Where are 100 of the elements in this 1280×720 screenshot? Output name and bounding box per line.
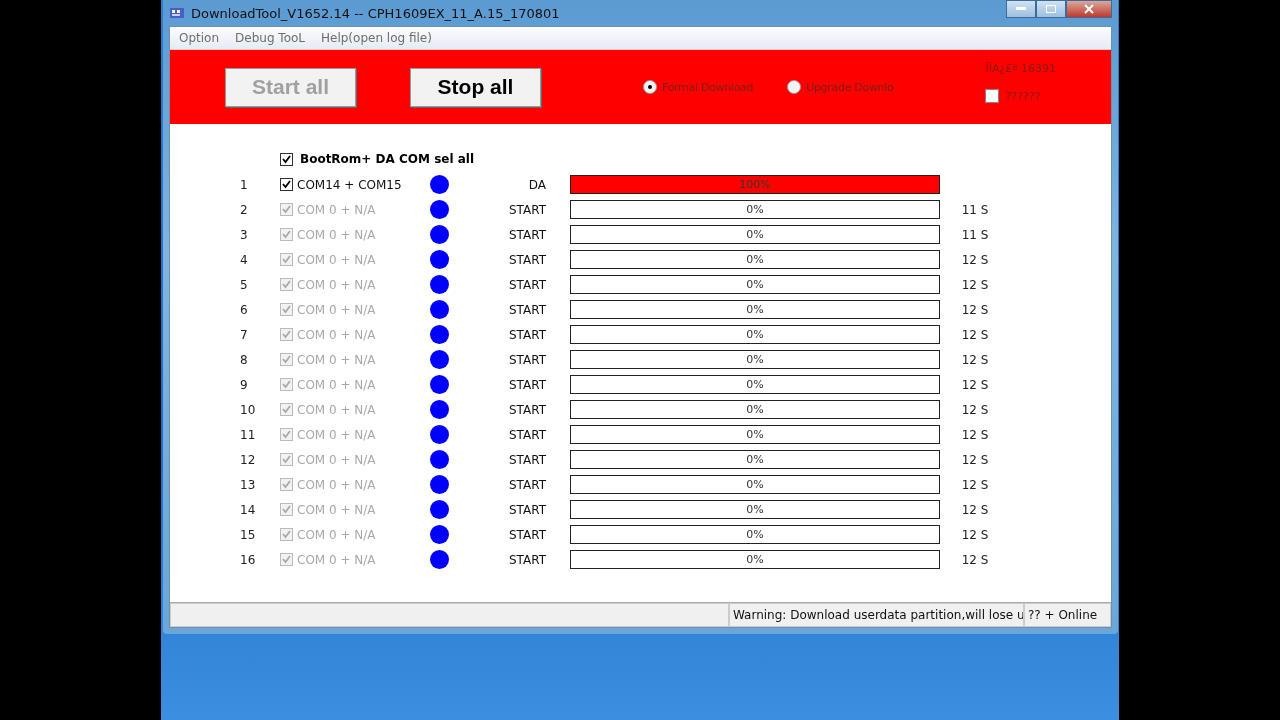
port-label: COM 0 + N/A bbox=[297, 327, 376, 342]
checkbox[interactable] bbox=[280, 152, 293, 166]
progress-percent: 0% bbox=[746, 228, 764, 241]
minimize-button[interactable] bbox=[1006, 0, 1036, 18]
elapsed-time: 12 S bbox=[961, 527, 989, 542]
port-label: COM 0 + N/A bbox=[297, 427, 376, 442]
code-label: ÎÍA¿£ª 16391 bbox=[985, 62, 1056, 75]
status-dot bbox=[430, 175, 449, 194]
elapsed-time: 12 S bbox=[961, 477, 989, 492]
elapsed-time: 12 S bbox=[961, 452, 989, 467]
window-title: DownloadTool_V1652.14 -- CPH1609EX_11_A.15_170801 bbox=[191, 5, 560, 21]
elapsed-time: 12 S bbox=[961, 302, 989, 317]
stage-label: START bbox=[508, 552, 546, 567]
port-number: 16 bbox=[240, 552, 257, 567]
maximize-button[interactable] bbox=[1036, 0, 1066, 18]
stop-all-button[interactable]: Stop all bbox=[410, 67, 541, 107]
status-dot bbox=[430, 525, 449, 544]
status-dot bbox=[430, 250, 449, 269]
elapsed-time: 11 S bbox=[961, 202, 989, 217]
progress-percent: 0% bbox=[746, 203, 764, 216]
menu-item[interactable]: Debug TooL bbox=[235, 31, 305, 45]
progress-percent: 100% bbox=[739, 178, 771, 191]
progress-percent: 0% bbox=[746, 378, 764, 391]
port-number: 14 bbox=[240, 502, 257, 517]
port-label: COM14 + COM15 bbox=[297, 177, 402, 192]
menu-item[interactable]: Option bbox=[179, 31, 220, 45]
close-button[interactable] bbox=[1066, 0, 1112, 18]
maximize-icon bbox=[1046, 5, 1056, 13]
port-number: 15 bbox=[240, 527, 257, 542]
menu-item[interactable]: Help(open log file) bbox=[321, 31, 432, 45]
elapsed-time: 12 S bbox=[961, 252, 989, 267]
stage-label: START bbox=[508, 277, 546, 292]
port-label: COM 0 + N/A bbox=[297, 502, 376, 517]
port-label: COM 0 + N/A bbox=[297, 252, 376, 267]
checkbox-label: ?????? bbox=[1005, 89, 1041, 103]
port-label: COM 0 + N/A bbox=[297, 477, 376, 492]
progress-percent: 0% bbox=[746, 528, 764, 541]
port-number: 9 bbox=[240, 377, 249, 392]
status-dot bbox=[430, 225, 449, 244]
elapsed-time: 12 S bbox=[961, 502, 989, 517]
status-dot bbox=[430, 300, 449, 319]
checkbox[interactable] bbox=[280, 178, 293, 191]
stage-label: START bbox=[508, 402, 546, 417]
radio-label: Upgrade Downlo bbox=[806, 80, 894, 94]
port-label: COM 0 + N/A bbox=[297, 377, 376, 392]
close-icon bbox=[1084, 4, 1094, 14]
status-text: Warning: Download userdata partition,will lose u bbox=[729, 603, 1024, 627]
stage-label: START bbox=[508, 252, 546, 267]
status-dot bbox=[430, 325, 449, 344]
progress-percent: 0% bbox=[746, 328, 764, 341]
port-label: COM 0 + N/A bbox=[297, 552, 376, 567]
progress-percent: 0% bbox=[746, 553, 764, 566]
checkbox-label: BootRom+ DA COM sel all bbox=[300, 152, 475, 166]
port-label: COM 0 + N/A bbox=[297, 202, 376, 217]
elapsed-time: 12 S bbox=[961, 377, 989, 392]
port-number: 8 bbox=[240, 352, 249, 367]
radio-button[interactable] bbox=[643, 80, 657, 94]
status-dot bbox=[430, 550, 449, 569]
port-label: COM 0 + N/A bbox=[297, 227, 376, 242]
port-number: 6 bbox=[240, 302, 249, 317]
stage-label: START bbox=[508, 227, 546, 242]
stage-label: START bbox=[508, 427, 546, 442]
port-number: 10 bbox=[240, 402, 257, 417]
progress-percent: 0% bbox=[746, 503, 764, 516]
stage-label: DA bbox=[528, 177, 546, 192]
stage-label: START bbox=[508, 352, 546, 367]
minimize-icon bbox=[1016, 7, 1026, 11]
status-dot bbox=[430, 400, 449, 419]
progress-percent: 0% bbox=[746, 453, 764, 466]
port-number: 4 bbox=[240, 252, 249, 267]
elapsed-time: 12 S bbox=[961, 352, 989, 367]
elapsed-time: 12 S bbox=[961, 552, 989, 567]
stage-label: START bbox=[508, 377, 546, 392]
status-dot bbox=[430, 425, 449, 444]
progress-percent: 0% bbox=[746, 428, 764, 441]
stage-label: START bbox=[508, 502, 546, 517]
status-dot bbox=[430, 450, 449, 469]
port-label: COM 0 + N/A bbox=[297, 452, 376, 467]
port-number: 11 bbox=[240, 427, 257, 442]
progress-percent: 0% bbox=[746, 253, 764, 266]
port-number: 13 bbox=[240, 477, 257, 492]
elapsed-time: 12 S bbox=[961, 402, 989, 417]
stage-label: START bbox=[508, 452, 546, 467]
progress-percent: 0% bbox=[746, 303, 764, 316]
stage-label: START bbox=[508, 202, 546, 217]
elapsed-time: 12 S bbox=[961, 277, 989, 292]
stage-label: START bbox=[508, 527, 546, 542]
checkbox[interactable] bbox=[985, 89, 1000, 103]
port-number: 5 bbox=[240, 277, 249, 292]
port-number: 1 bbox=[240, 177, 249, 192]
radio-button[interactable] bbox=[787, 80, 802, 94]
port-label: COM 0 + N/A bbox=[297, 302, 376, 317]
status-dot bbox=[430, 200, 449, 219]
stage-label: START bbox=[508, 327, 546, 342]
status-dot bbox=[430, 375, 449, 394]
progress-percent: 0% bbox=[746, 403, 764, 416]
progress-percent: 0% bbox=[746, 278, 764, 291]
elapsed-time: 11 S bbox=[961, 227, 989, 242]
port-label: COM 0 + N/A bbox=[297, 277, 376, 292]
port-number: 2 bbox=[240, 202, 249, 217]
